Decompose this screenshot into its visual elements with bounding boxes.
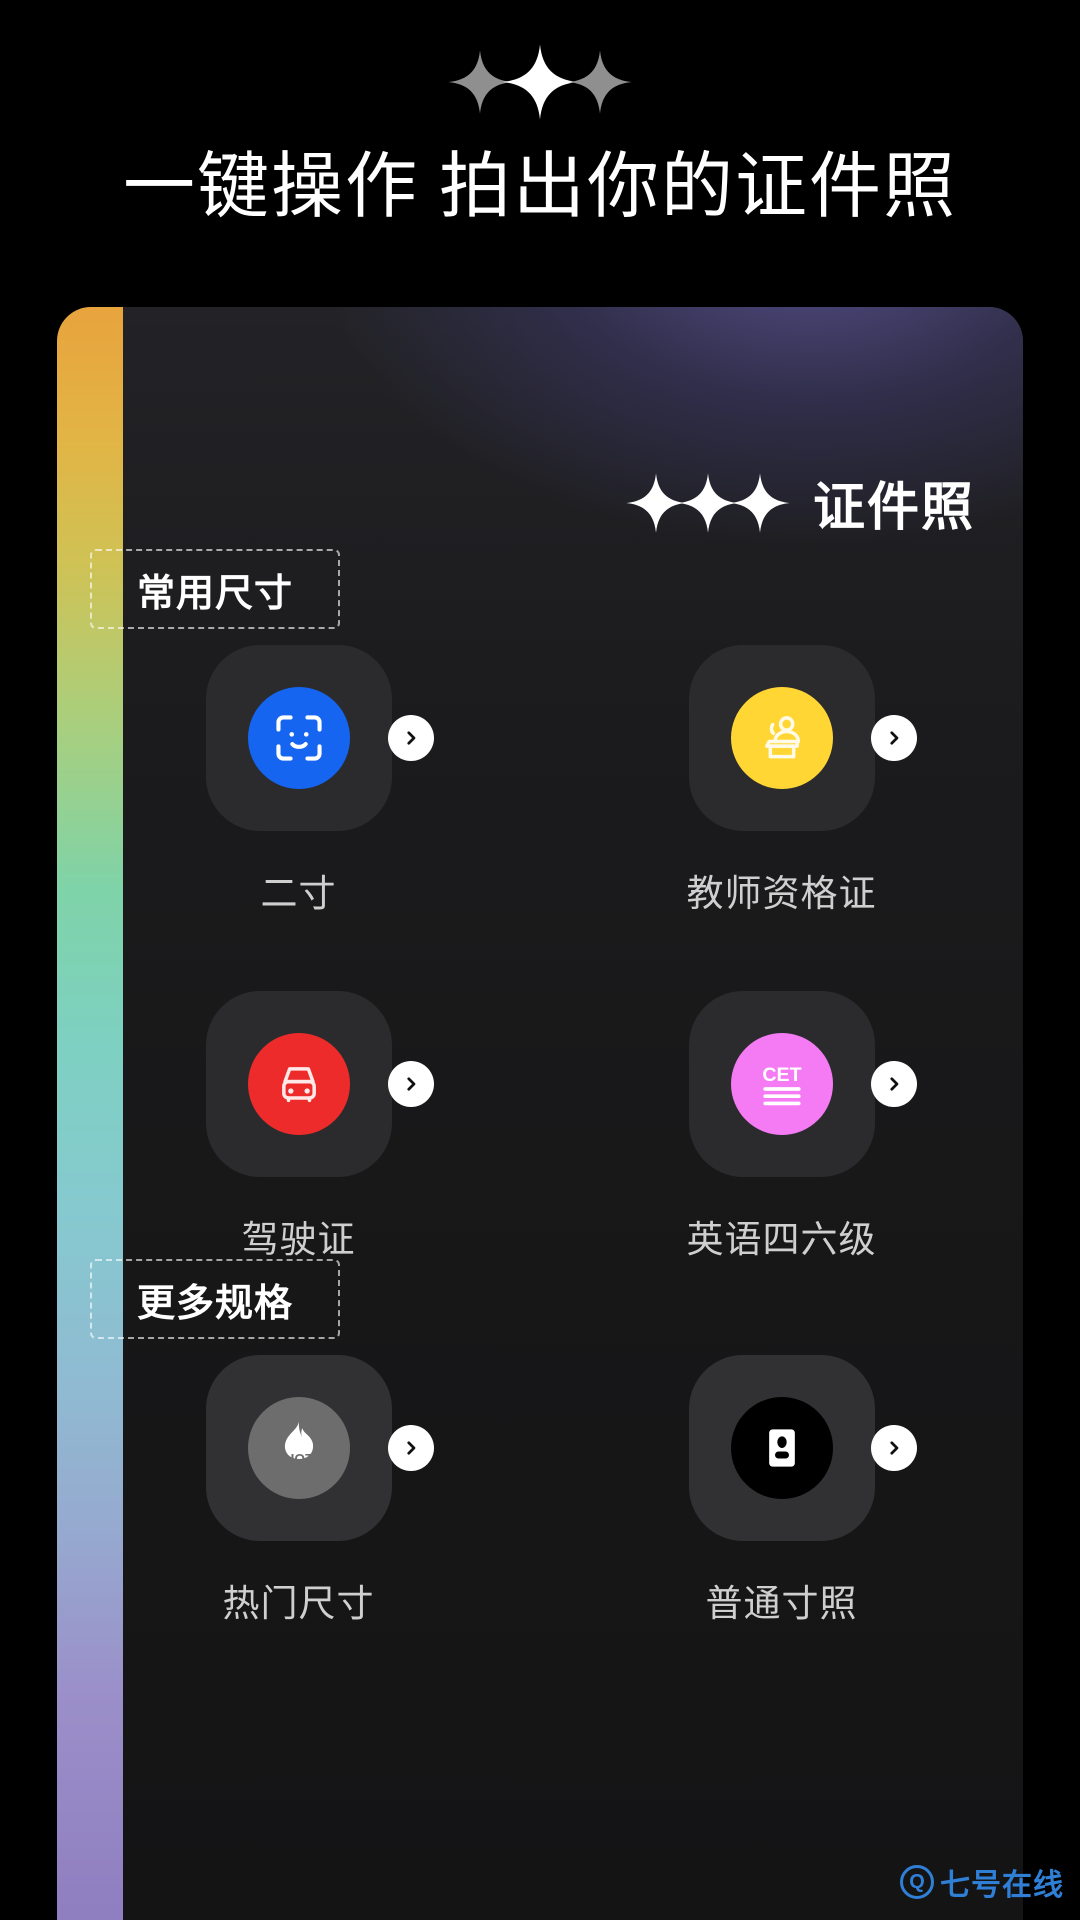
chevron-right-icon[interactable] xyxy=(387,1061,434,1107)
item-label: 教师资格证 xyxy=(686,873,877,914)
item-label: 英语四六级 xyxy=(686,1219,877,1260)
more-specs-grid: HOT 热门尺寸 普通寸照 xyxy=(57,1355,1023,1627)
card-header-sparkle-group xyxy=(625,472,791,534)
tile[interactable]: HOT xyxy=(205,1355,392,1541)
item-label: 二寸 xyxy=(260,873,337,914)
item-label: 普通寸照 xyxy=(705,1583,858,1624)
hero-section: 一键操作 拍出你的证件照 xyxy=(0,0,1080,232)
item-er-cun[interactable]: 二寸 xyxy=(57,645,540,917)
cet-icon: CET xyxy=(730,1033,833,1135)
tile[interactable]: CET xyxy=(688,991,875,1177)
section-label-text: 更多规格 xyxy=(136,1282,293,1325)
svg-text:HOT: HOT xyxy=(284,1451,314,1466)
grid-row: 驾驶证 CET 英语四六级 xyxy=(57,991,1023,1263)
id-photo-card: 证件照 常用尺寸 二寸 教师资格证 驾驶证 CET 英语四六级 更多规格 HOT… xyxy=(57,307,1023,1920)
watermark-logo-icon: Q xyxy=(900,1865,934,1899)
teacher-podium-icon xyxy=(730,687,833,789)
item-label: 热门尺寸 xyxy=(222,1583,375,1624)
chevron-right-icon[interactable] xyxy=(870,1425,917,1471)
sparkle-icon-3 xyxy=(730,472,790,533)
hero-sparkle-group xyxy=(0,44,1080,120)
watermark: Q 七号在线 xyxy=(900,1860,1064,1904)
tile[interactable] xyxy=(205,991,392,1177)
chevron-right-icon[interactable] xyxy=(870,1061,917,1107)
common-sizes-grid: 二寸 教师资格证 驾驶证 CET 英语四六级 xyxy=(57,645,1023,1263)
item-normal-photo[interactable]: 普通寸照 xyxy=(540,1355,1023,1627)
section-label-text: 常用尺寸 xyxy=(136,572,293,615)
hot-flame-icon: HOT xyxy=(247,1397,350,1499)
car-icon xyxy=(247,1033,350,1135)
card-title: 证件照 xyxy=(812,479,975,537)
id-card-person-icon xyxy=(730,1397,833,1499)
section-label-more-specs: 更多规格 xyxy=(90,1259,340,1339)
svg-text:CET: CET xyxy=(762,1064,801,1086)
chevron-right-icon[interactable] xyxy=(870,715,917,761)
tile[interactable] xyxy=(688,645,875,831)
tile[interactable] xyxy=(688,1355,875,1541)
item-teacher-certificate[interactable]: 教师资格证 xyxy=(540,645,1023,917)
item-driver-license[interactable]: 驾驶证 xyxy=(57,991,540,1263)
sparkle-dim-icon-right xyxy=(567,49,633,115)
grid-row: 二寸 教师资格证 xyxy=(57,645,1023,917)
grid-row: HOT 热门尺寸 普通寸照 xyxy=(57,1355,1023,1627)
face-id-icon xyxy=(247,687,350,789)
item-hot-sizes[interactable]: HOT 热门尺寸 xyxy=(57,1355,540,1627)
item-cet[interactable]: CET 英语四六级 xyxy=(540,991,1023,1263)
tile[interactable] xyxy=(205,645,392,831)
page-title: 一键操作 拍出你的证件照 xyxy=(122,147,957,227)
item-label: 驾驶证 xyxy=(241,1219,356,1260)
watermark-text: 七号在线 xyxy=(940,1869,1064,1902)
card-header: 证件照 xyxy=(625,465,975,540)
section-label-common-sizes: 常用尺寸 xyxy=(90,549,340,629)
chevron-right-icon[interactable] xyxy=(387,1425,434,1471)
chevron-right-icon[interactable] xyxy=(387,715,434,761)
